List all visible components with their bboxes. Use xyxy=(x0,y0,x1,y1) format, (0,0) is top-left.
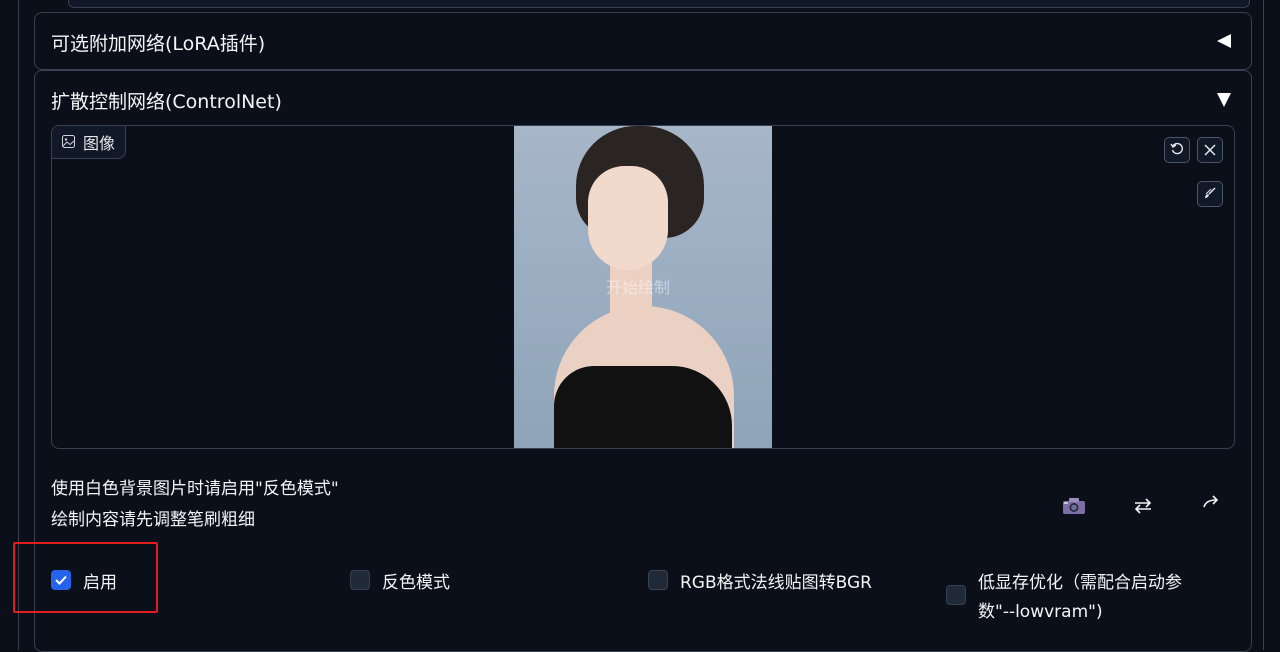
lora-accordion[interactable]: 可选附加网络(LoRA插件) xyxy=(34,12,1252,70)
highlight-box xyxy=(13,542,158,613)
invert-mode-checkbox[interactable] xyxy=(350,570,370,590)
clear-button[interactable] xyxy=(1197,137,1223,163)
lowvram-label: 低显存优化（需配合启动参 数"--lowvram") xyxy=(978,568,1182,622)
lowvram-checkbox-item[interactable]: 低显存优化（需配合启动参 数"--lowvram") xyxy=(946,568,1182,622)
image-icon xyxy=(62,133,75,152)
controlnet-accordion-title[interactable]: 扩散控制网络(ControlNet) xyxy=(51,87,282,114)
camera-button[interactable] xyxy=(1061,496,1087,520)
expand-arrow-icon[interactable] xyxy=(1217,93,1231,107)
rgb-to-bgr-checkbox-item[interactable]: RGB格式法线贴图转BGR xyxy=(648,568,872,593)
uploaded-photo[interactable]: 开始绘制 xyxy=(514,126,772,448)
lora-accordion-title: 可选附加网络(LoRA插件) xyxy=(51,33,266,55)
rgb-to-bgr-checkbox[interactable] xyxy=(648,570,668,590)
lowvram-label-line1: 低显存优化（需配合启动参 xyxy=(978,573,1182,593)
brush-icon xyxy=(1203,185,1217,204)
swap-icon xyxy=(1133,498,1153,518)
image-label-text: 图像 xyxy=(83,134,116,153)
hint-brush-size: 绘制内容请先调整笔刷粗细 xyxy=(51,510,255,530)
undo-button[interactable] xyxy=(1164,137,1190,163)
hint-invert-mode: 使用白色背景图片时请启用"反色模式" xyxy=(51,479,339,499)
invert-mode-checkbox-item[interactable]: 反色模式 xyxy=(350,568,450,593)
lowvram-label-line2: 数"--lowvram") xyxy=(978,602,1103,622)
image-upload-area[interactable]: 图像 开始绘制 xyxy=(51,125,1235,449)
image-tab-label: 图像 xyxy=(52,126,127,159)
canvas-watermark: 开始绘制 xyxy=(606,278,671,297)
lowvram-checkbox[interactable] xyxy=(946,585,966,605)
send-button[interactable] xyxy=(1199,492,1225,516)
invert-mode-label: 反色模式 xyxy=(382,573,450,593)
top-partial-panel xyxy=(68,0,1250,8)
undo-icon xyxy=(1170,141,1184,160)
collapse-arrow-icon[interactable] xyxy=(1217,34,1231,48)
rgb-to-bgr-label: RGB格式法线贴图转BGR xyxy=(680,573,872,593)
close-icon xyxy=(1204,141,1216,160)
camera-icon xyxy=(1062,497,1086,519)
swap-button[interactable] xyxy=(1130,496,1156,520)
send-icon xyxy=(1202,494,1222,514)
brush-button[interactable] xyxy=(1197,181,1223,207)
